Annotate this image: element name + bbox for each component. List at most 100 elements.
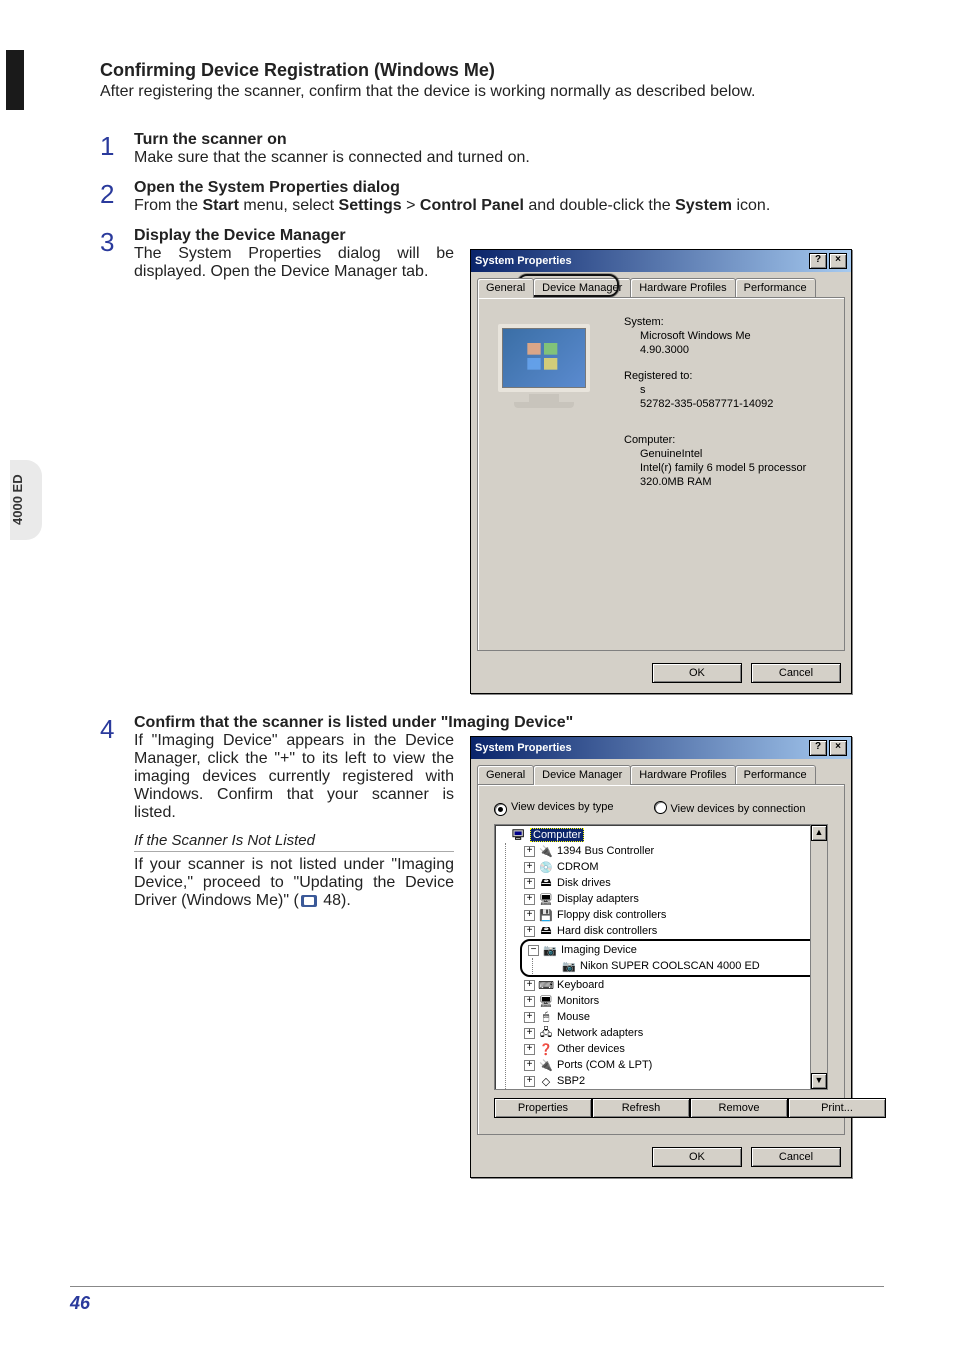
close-button[interactable]: ×: [829, 740, 847, 756]
computer-line: 320.0MB RAM: [640, 476, 828, 488]
tree-node[interactable]: + 🔌 Ports (COM & LPT): [520, 1057, 825, 1073]
refresh-button[interactable]: Refresh: [592, 1098, 690, 1118]
print-button[interactable]: Print...: [788, 1098, 886, 1118]
mouse-icon: 🖱: [539, 1010, 553, 1024]
ports-icon: 🔌: [539, 1058, 553, 1072]
tree-label: SBP2: [557, 1075, 585, 1087]
tree-label: CDROM: [557, 861, 599, 873]
tree-node[interactable]: +🖴Disk drives: [520, 875, 825, 891]
radio-view-by-type[interactable]: View devices by type: [494, 801, 614, 816]
tab-device-manager[interactable]: Device Manager: [533, 278, 631, 297]
tab-row: General Device Manager Hardware Profiles…: [471, 759, 851, 784]
help-button[interactable]: ?: [809, 740, 827, 756]
tab-device-manager[interactable]: Device Manager: [533, 765, 631, 785]
tab-performance[interactable]: Performance: [735, 278, 816, 297]
expand-icon[interactable]: +: [524, 926, 535, 937]
scroll-down-icon[interactable]: ▼: [811, 1073, 827, 1089]
system-properties-dialog-1: System Properties ? × General Device Man…: [470, 249, 852, 694]
tree-node[interactable]: + ◇ SBP2: [520, 1073, 825, 1089]
scroll-up-icon[interactable]: ▲: [811, 825, 827, 841]
expand-icon[interactable]: +: [524, 980, 535, 991]
registered-line: s: [640, 384, 828, 396]
cdrom-icon: 💿: [539, 860, 553, 874]
expand-icon[interactable]: +: [524, 862, 535, 873]
cancel-button[interactable]: Cancel: [751, 663, 841, 683]
tree-node[interactable]: + 🖱 Mouse: [520, 1009, 825, 1025]
system-line: 4.90.3000: [640, 344, 828, 356]
tree-label: Display adapters: [557, 893, 639, 905]
tree-root[interactable]: Computer: [497, 827, 825, 843]
tab-general[interactable]: General: [477, 765, 534, 784]
b: Start: [202, 197, 238, 214]
tab-performance[interactable]: Performance: [735, 765, 816, 784]
tree-label: Hard disk controllers: [557, 925, 657, 937]
t: menu, select: [239, 197, 339, 214]
help-button[interactable]: ?: [809, 253, 827, 269]
tree-node[interactable]: +❓Other devices: [520, 1041, 825, 1057]
radio-label: View devices by connection: [671, 803, 806, 815]
device-tree[interactable]: Computer +🔌1394 Bus Controller + 💿 CDROM +…: [494, 824, 828, 1090]
system-label: System:: [624, 316, 828, 328]
hdd-icon: 🖴: [539, 924, 553, 938]
computer-icon: [512, 828, 526, 842]
tab-panel-device-manager: View devices by type View devices by con…: [477, 784, 845, 1135]
open-book-icon: [301, 895, 317, 907]
tree-label: Mouse: [557, 1011, 590, 1023]
ok-button[interactable]: OK: [652, 663, 742, 683]
expand-icon[interactable]: +: [524, 1044, 535, 1055]
expand-icon[interactable]: +: [524, 996, 535, 1007]
sbp2-icon: ◇: [539, 1074, 553, 1088]
close-button[interactable]: ×: [829, 253, 847, 269]
collapse-icon[interactable]: −: [528, 945, 539, 956]
radio-icon: [494, 803, 507, 816]
tree-label: Other devices: [557, 1043, 625, 1055]
radio-icon: [654, 801, 667, 814]
windows-logo-icon: [524, 338, 564, 378]
cancel-button[interactable]: Cancel: [751, 1147, 841, 1167]
expand-icon[interactable]: +: [524, 878, 535, 889]
tree-node[interactable]: +🖧Network adapters: [520, 1025, 825, 1041]
tree-children: +🔌1394 Bus Controller + 💿 CDROM +🖴Disk dri…: [505, 843, 825, 1089]
tree-root-label: Computer: [530, 828, 584, 842]
tree-label: Imaging Device: [561, 944, 637, 956]
tree-node[interactable]: + 🖴 Hard disk controllers: [520, 923, 825, 939]
b: System: [675, 197, 732, 214]
radio-label: View devices by type: [511, 801, 614, 813]
properties-button[interactable]: Properties: [494, 1098, 592, 1118]
tree-node[interactable]: +💾Floppy disk controllers: [520, 907, 825, 923]
expand-icon[interactable]: +: [524, 1060, 535, 1071]
expand-icon[interactable]: +: [524, 910, 535, 921]
page-footer: 46: [70, 1286, 884, 1314]
tab-hardware-profiles[interactable]: Hardware Profiles: [630, 278, 735, 297]
tree-node[interactable]: + 💿 CDROM: [520, 859, 825, 875]
tab-general[interactable]: General: [477, 278, 534, 298]
remove-button[interactable]: Remove: [690, 1098, 788, 1118]
dialog-buttons: OK Cancel: [471, 657, 851, 693]
radio-view-by-connection[interactable]: View devices by connection: [654, 801, 806, 816]
tree-node[interactable]: +🖥Display adapters: [520, 891, 825, 907]
keyboard-icon: ⌨: [539, 978, 553, 992]
t: and double-click the: [524, 197, 675, 214]
scrollbar[interactable]: ▲ ▼: [810, 825, 827, 1089]
expand-icon[interactable]: +: [524, 894, 535, 905]
b: Control Panel: [420, 197, 524, 214]
ok-button[interactable]: OK: [652, 1147, 742, 1167]
system-properties-dialog-2: System Properties ? × General Device Man…: [470, 736, 852, 1178]
expand-icon[interactable]: +: [524, 1028, 535, 1039]
titlebar: System Properties ? ×: [471, 737, 851, 759]
expand-icon[interactable]: +: [524, 1076, 535, 1087]
expand-icon[interactable]: +: [524, 1012, 535, 1023]
tab-hardware-profiles[interactable]: Hardware Profiles: [630, 765, 735, 784]
tree-node-scanner[interactable]: 📷Nikon SUPER COOLSCAN 4000 ED: [547, 958, 821, 974]
tree-label: Ports (COM & LPT): [557, 1059, 652, 1071]
tree-node[interactable]: +🔌1394 Bus Controller: [520, 843, 825, 859]
step-2: 2 Open the System Properties dialog From…: [100, 179, 884, 215]
step-4-desc: If "Imaging Device" appears in the Devic…: [134, 732, 454, 822]
tree-node[interactable]: +⌨Keyboard: [520, 977, 825, 993]
tree-node[interactable]: +🖥Monitors: [520, 993, 825, 1009]
expand-icon[interactable]: +: [524, 846, 535, 857]
tree-node-imaging[interactable]: −📷Imaging Device: [524, 942, 821, 958]
step-1-title: Turn the scanner on: [134, 131, 287, 148]
step-3-desc: The System Properties dialog will be dis…: [134, 245, 454, 281]
step-1-desc: Make sure that the scanner is connected …: [134, 149, 884, 167]
